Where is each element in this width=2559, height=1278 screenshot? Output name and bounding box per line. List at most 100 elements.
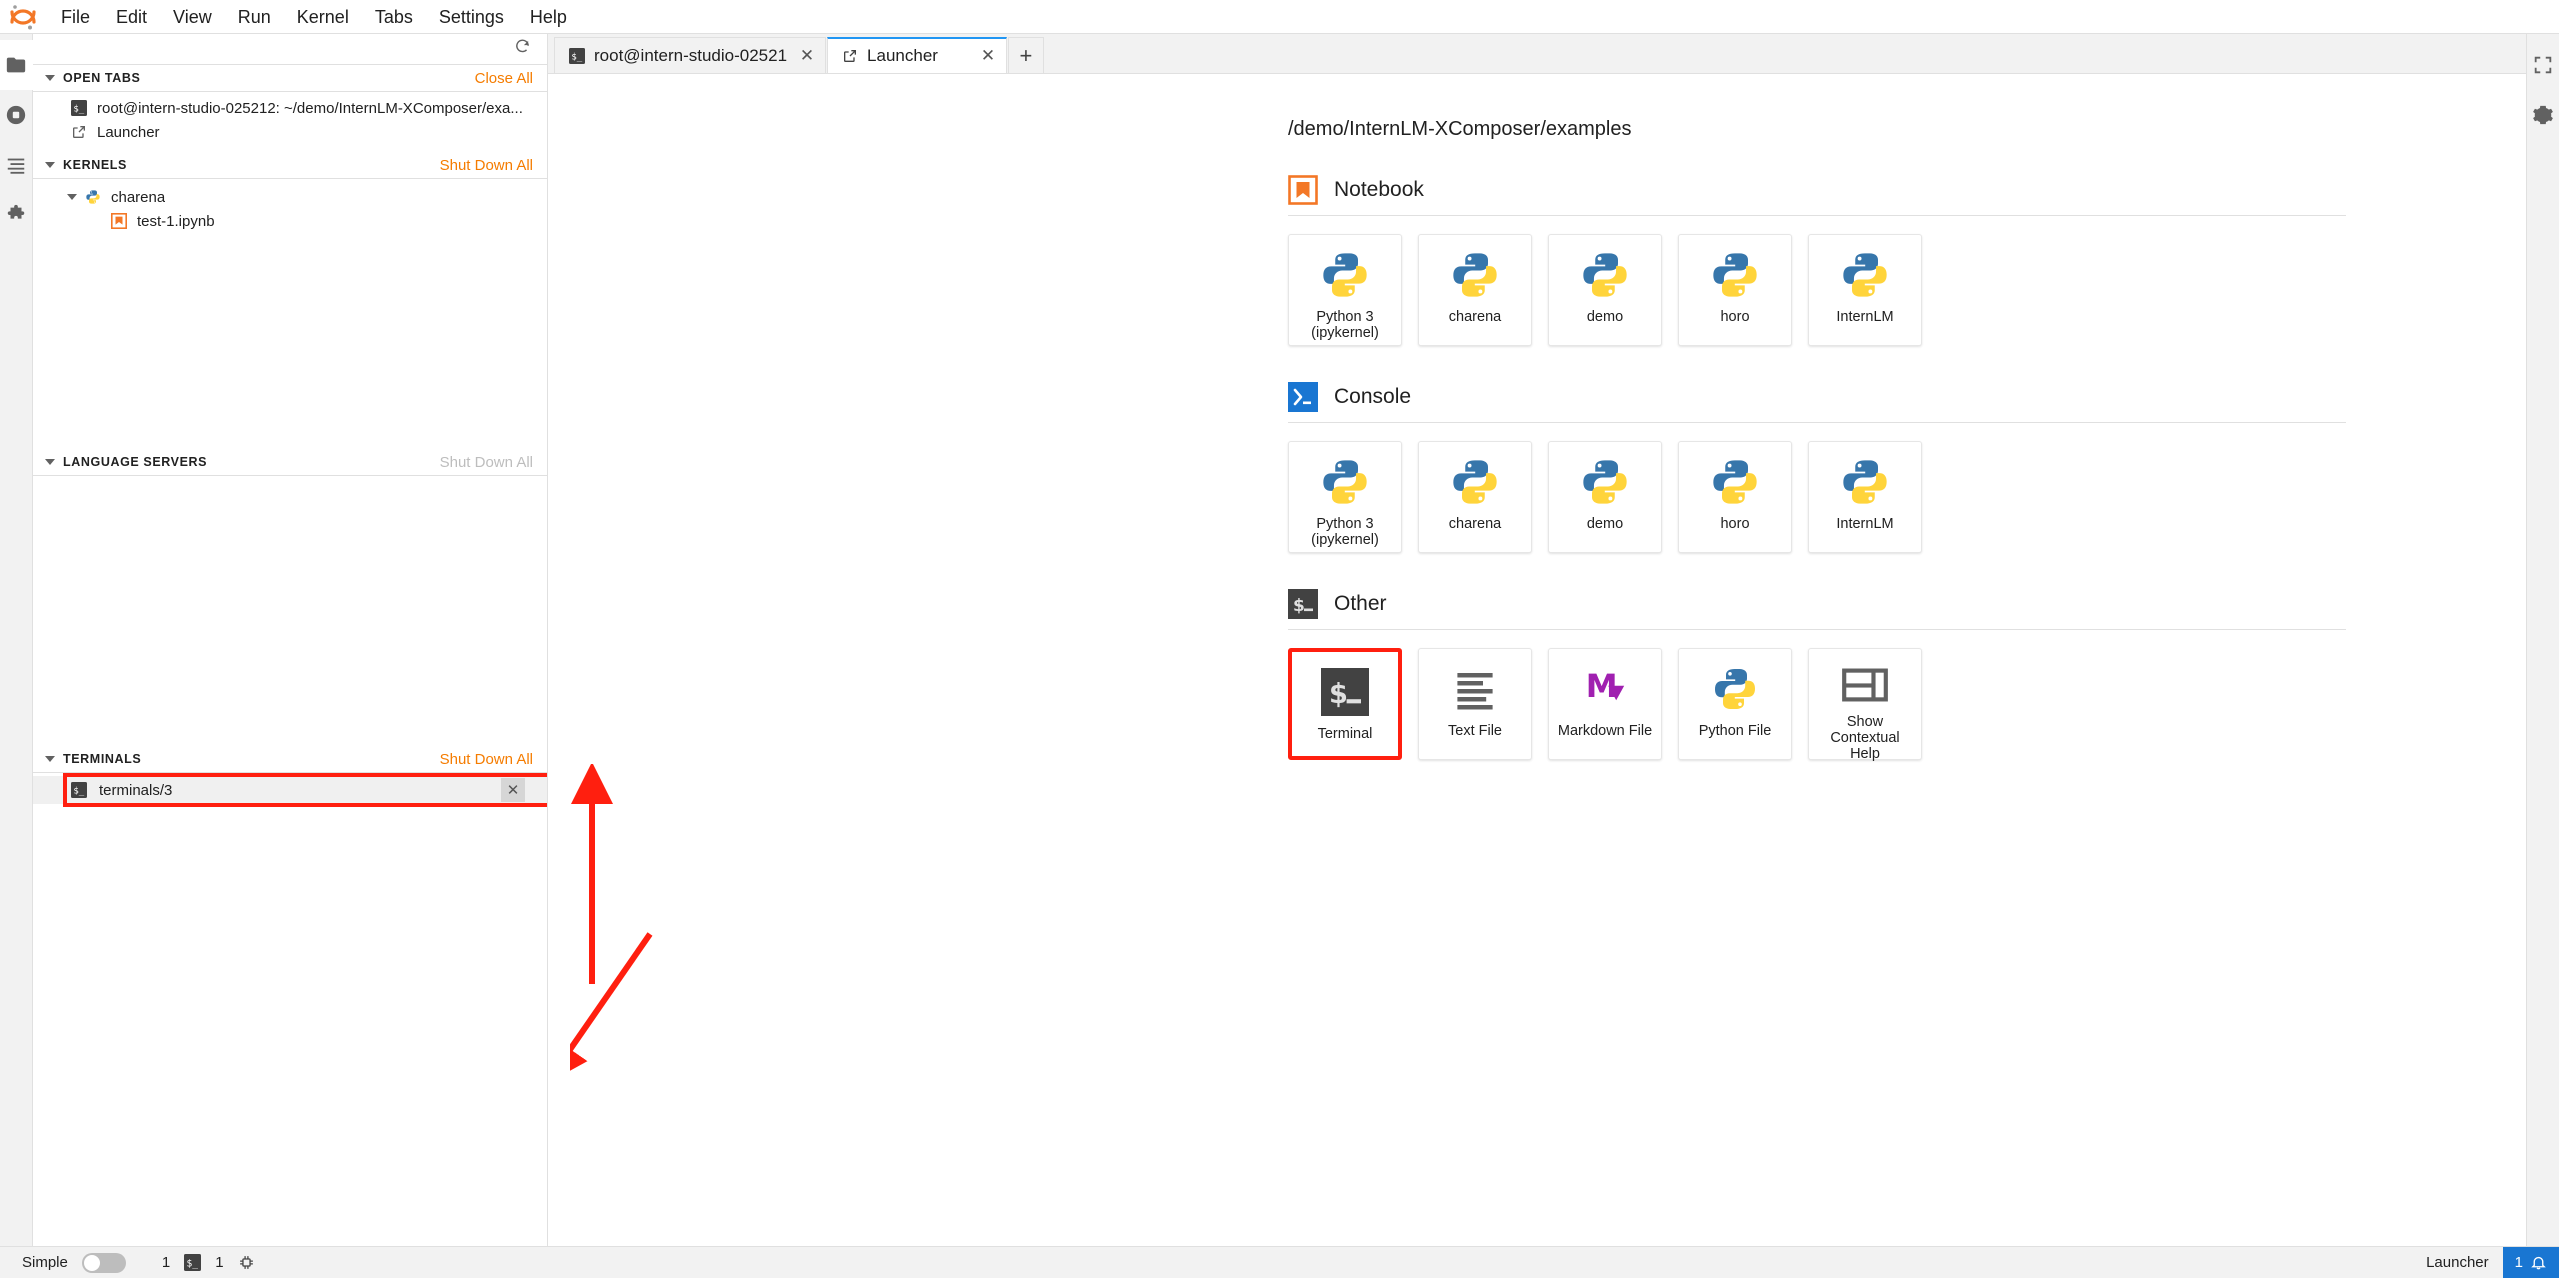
category-divider: [1288, 422, 2346, 423]
python-logo-icon: [1317, 454, 1373, 510]
menu-item-kernel[interactable]: Kernel: [284, 4, 362, 30]
list-icon: [5, 154, 27, 176]
launcher-card-label: Python File: [1696, 723, 1775, 739]
chevron-down-icon[interactable]: [45, 75, 55, 81]
sidebar-item-property-inspector[interactable]: [2527, 40, 2559, 90]
category-title-console: Console: [1334, 385, 1411, 409]
launcher-card-label: Python 3(ipykernel): [1308, 516, 1382, 548]
shut-down-all-language-servers-button: Shut Down All: [440, 454, 533, 471]
close-all-button[interactable]: Close All: [475, 70, 533, 87]
launcher-card-label: demo: [1584, 516, 1626, 532]
menu-item-help[interactable]: Help: [517, 4, 580, 30]
menu-item-settings[interactable]: Settings: [426, 4, 517, 30]
list-item[interactable]: charena: [33, 185, 547, 209]
sidebar-item-settings[interactable]: [2527, 90, 2559, 140]
shut-down-all-kernels-button[interactable]: Shut Down All: [440, 157, 533, 174]
expand-icon: [2532, 54, 2554, 76]
launcher-card-python-file[interactable]: Python File: [1678, 648, 1792, 760]
close-icon[interactable]: ✕: [797, 46, 817, 66]
svg-text:$_: $_: [571, 52, 582, 62]
menu-item-tabs[interactable]: Tabs: [362, 4, 426, 30]
left-activity-bar: [0, 34, 33, 1246]
section-header-terminals[interactable]: TERMINALS Shut Down All: [33, 746, 547, 773]
chevron-down-icon[interactable]: [45, 162, 55, 168]
launcher-card-label: Text File: [1445, 723, 1505, 739]
launcher-card-markdown-file[interactable]: M Markdown File: [1548, 648, 1662, 760]
notebook-bookmark-icon: [1288, 175, 1318, 205]
list-item[interactable]: $_ root@intern-studio-025212: ~/demo/Int…: [33, 96, 547, 120]
chevron-down-icon[interactable]: [45, 459, 55, 465]
sidebar-item-running[interactable]: [0, 90, 33, 140]
launcher-card-internlm-notebook[interactable]: InternLM: [1808, 234, 1922, 346]
python-logo-icon: [1577, 247, 1633, 303]
python-logo-icon: [1447, 247, 1503, 303]
terminal-count[interactable]: 1: [215, 1254, 223, 1271]
status-bar: Simple 1 $_ 1 Launcher 1: [0, 1246, 2559, 1278]
section-body-open-tabs: $_ root@intern-studio-025212: ~/demo/Int…: [33, 92, 547, 152]
list-item-terminal[interactable]: $_ terminals/3 ✕: [33, 776, 547, 804]
simple-mode-toggle[interactable]: [82, 1253, 126, 1273]
launcher-card-charena-notebook[interactable]: charena: [1418, 234, 1532, 346]
section-title-open-tabs: OPEN TABS: [63, 71, 475, 85]
launcher-content: /demo/InternLM-XComposer/examples Notebo…: [548, 118, 2526, 760]
terminal-icon[interactable]: $_: [184, 1254, 201, 1271]
sidebar-item-extensions[interactable]: [0, 190, 33, 240]
launcher-card-demo-console[interactable]: demo: [1548, 441, 1662, 553]
launcher-card-python3-notebook[interactable]: Python 3(ipykernel): [1288, 234, 1402, 346]
launcher-card-python3-console[interactable]: Python 3(ipykernel): [1288, 441, 1402, 553]
text-file-icon: [1447, 661, 1503, 717]
breadcrumb: /demo/InternLM-XComposer/examples: [1288, 118, 2346, 141]
new-tab-button[interactable]: +: [1008, 37, 1044, 73]
launcher-card-demo-notebook[interactable]: demo: [1548, 234, 1662, 346]
close-icon[interactable]: ✕: [501, 778, 525, 802]
launcher-card-text-file[interactable]: Text File: [1418, 648, 1532, 760]
category-header-notebook: Notebook: [1288, 175, 2346, 205]
category-title-other: Other: [1334, 592, 1387, 616]
python-logo-icon: [1707, 247, 1763, 303]
notification-badge[interactable]: 1: [2503, 1247, 2559, 1278]
cpu-icon[interactable]: [238, 1254, 255, 1271]
launcher-card-label: InternLM: [1833, 309, 1896, 325]
chevron-down-icon[interactable]: [45, 756, 55, 762]
launcher-card-horo-console[interactable]: horo: [1678, 441, 1792, 553]
launcher-card-label: horo: [1717, 309, 1752, 325]
section-body-kernels: charena test-1.ipynb: [33, 179, 547, 449]
python-logo-icon: [1837, 247, 1893, 303]
simple-mode-label: Simple: [22, 1254, 68, 1271]
launcher-card-label: charena: [1446, 309, 1504, 325]
menu-item-run[interactable]: Run: [225, 4, 284, 30]
section-header-open-tabs[interactable]: OPEN TABS Close All: [33, 65, 547, 92]
tab-launcher[interactable]: Launcher ✕: [827, 37, 1007, 73]
list-item[interactable]: test-1.ipynb: [33, 209, 547, 233]
terminal-icon: $_: [71, 782, 87, 798]
category-header-other: $ Other: [1288, 589, 2346, 619]
section-header-kernels[interactable]: KERNELS Shut Down All: [33, 152, 547, 179]
notebook-icon: [111, 213, 127, 229]
close-icon[interactable]: ✕: [978, 46, 998, 66]
shut-down-all-terminals-button[interactable]: Shut Down All: [440, 751, 533, 768]
launcher-card-contextual-help[interactable]: ShowContextualHelp: [1808, 648, 1922, 760]
launcher-card-charena-console[interactable]: charena: [1418, 441, 1532, 553]
card-row-notebook: Python 3(ipykernel) charena demo: [1288, 234, 2346, 346]
sidebar-item-file-browser[interactable]: [0, 40, 33, 90]
menu-item-view[interactable]: View: [160, 4, 225, 30]
kernel-count[interactable]: 1: [162, 1254, 170, 1271]
refresh-icon[interactable]: [514, 38, 531, 60]
sidebar-item-toc[interactable]: [0, 140, 33, 190]
launcher-card-horo-notebook[interactable]: horo: [1678, 234, 1792, 346]
sidebar-filler: [33, 833, 547, 1246]
list-item[interactable]: Launcher: [33, 120, 547, 144]
python-logo-icon: [1317, 247, 1373, 303]
svg-text:$: $: [1293, 596, 1305, 616]
stop-circle-icon: [5, 104, 27, 126]
terminal-dollar-icon: $: [1317, 664, 1373, 720]
tab-terminal[interactable]: $_ root@intern-studio-02521 ✕: [554, 37, 826, 73]
menu-item-file[interactable]: File: [48, 4, 103, 30]
section-header-language-servers[interactable]: LANGUAGE SERVERS Shut Down All: [33, 449, 547, 476]
menu-item-edit[interactable]: Edit: [103, 4, 160, 30]
launcher-card-terminal[interactable]: $ Terminal: [1288, 648, 1402, 760]
terminal-label: terminals/3: [99, 782, 172, 799]
launcher-card-internlm-console[interactable]: InternLM: [1808, 441, 1922, 553]
menu-bar: File Edit View Run Kernel Tabs Settings …: [0, 0, 2559, 34]
chevron-down-icon[interactable]: [67, 194, 77, 200]
